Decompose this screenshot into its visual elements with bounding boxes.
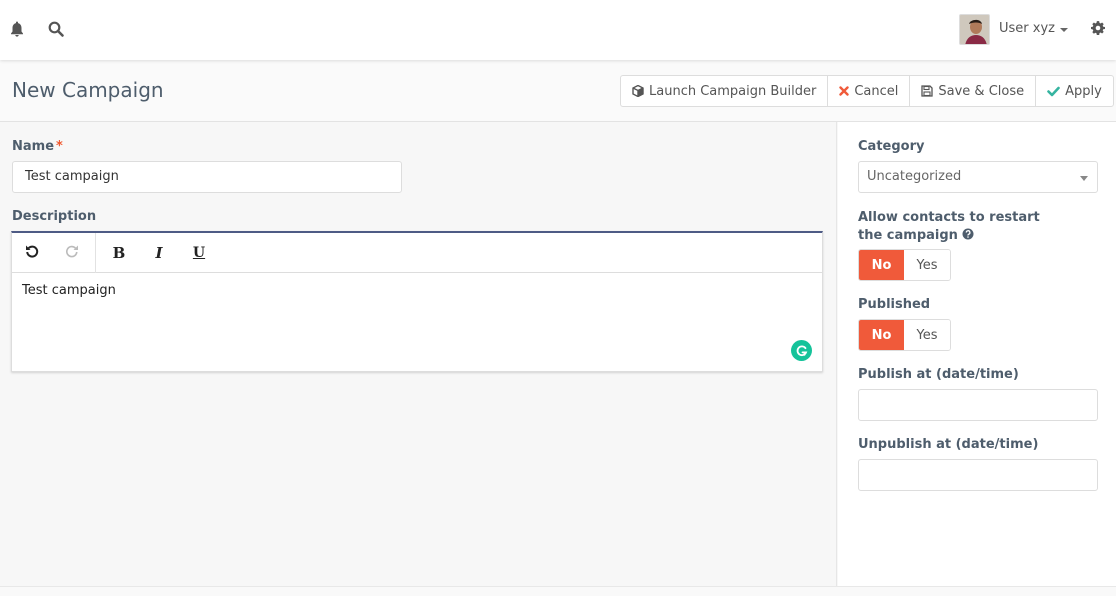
launch-campaign-builder-button[interactable]: Launch Campaign Builder xyxy=(621,76,829,106)
published-yes-option[interactable]: Yes xyxy=(904,320,950,350)
grammarly-icon[interactable] xyxy=(791,340,812,361)
restart-no-option[interactable]: No xyxy=(859,250,904,280)
page-footer xyxy=(0,586,1116,596)
required-marker: * xyxy=(56,139,63,154)
redo-icon xyxy=(65,243,79,262)
launch-campaign-builder-label: Launch Campaign Builder xyxy=(649,83,817,99)
top-navbar: User xyz xyxy=(0,0,1116,60)
name-label-text: Name xyxy=(12,139,55,154)
save-and-close-label: Save & Close xyxy=(938,83,1025,99)
editor-content[interactable]: Test campaign xyxy=(12,273,822,308)
save-icon xyxy=(921,85,934,97)
unpublish-at-input[interactable] xyxy=(858,459,1098,491)
restart-toggle: No Yes xyxy=(858,249,951,281)
search-icon[interactable] xyxy=(47,20,67,40)
published-toggle: No Yes xyxy=(858,319,951,351)
published-label: Published xyxy=(858,297,931,312)
bell-icon[interactable] xyxy=(8,20,28,40)
campaign-form: Name * Test campaign Description B I U Te… xyxy=(0,122,837,586)
apply-label: Apply xyxy=(1065,83,1102,99)
gear-icon[interactable] xyxy=(1090,20,1110,40)
unpublish-at-label: Unpublish at (date/time) xyxy=(858,437,1039,452)
page-title: New Campaign xyxy=(12,78,164,102)
bold-button[interactable]: B xyxy=(99,233,139,273)
restart-label-text: Allow contacts to restart the campaign xyxy=(858,210,1040,243)
apply-button[interactable]: Apply xyxy=(1036,76,1113,106)
cancel-button[interactable]: Cancel xyxy=(828,76,911,106)
description-label: Description xyxy=(12,209,97,224)
chevron-down-icon xyxy=(1080,176,1088,181)
editor-toolbar: B I U xyxy=(12,232,822,273)
header-toolbar: Launch Campaign Builder Cancel Save & Cl… xyxy=(620,75,1114,107)
restart-label: Allow contacts to restart the campaign xyxy=(858,209,1058,246)
avatar[interactable] xyxy=(959,14,990,45)
user-menu-caret-icon[interactable] xyxy=(1060,28,1068,32)
cube-icon xyxy=(632,85,644,97)
help-icon[interactable] xyxy=(962,228,974,246)
category-select[interactable]: Uncategorized xyxy=(858,161,1098,193)
toolbar-divider xyxy=(95,232,96,273)
redo-button[interactable] xyxy=(52,233,92,273)
publish-at-label: Publish at (date/time) xyxy=(858,367,1019,382)
cancel-label: Cancel xyxy=(854,83,899,99)
name-label: Name * xyxy=(12,139,63,154)
underline-button[interactable]: U xyxy=(179,233,219,273)
name-input[interactable]: Test campaign xyxy=(12,161,402,193)
undo-button[interactable] xyxy=(12,233,52,273)
description-editor: B I U Test campaign xyxy=(11,231,823,372)
close-icon xyxy=(839,86,850,96)
page-header: New Campaign Launch Campaign Builder Can… xyxy=(0,60,1116,122)
category-selected-value: Uncategorized xyxy=(867,169,962,184)
category-label: Category xyxy=(858,139,925,154)
restart-yes-option[interactable]: Yes xyxy=(904,250,950,280)
user-name[interactable]: User xyz xyxy=(999,21,1055,36)
save-and-close-button[interactable]: Save & Close xyxy=(910,76,1037,106)
published-no-option[interactable]: No xyxy=(859,320,904,350)
undo-icon xyxy=(25,243,39,262)
campaign-settings-panel: Category Uncategorized Allow contacts to… xyxy=(838,122,1116,586)
italic-button[interactable]: I xyxy=(139,233,179,273)
check-icon xyxy=(1047,86,1060,97)
publish-at-input[interactable] xyxy=(858,389,1098,421)
